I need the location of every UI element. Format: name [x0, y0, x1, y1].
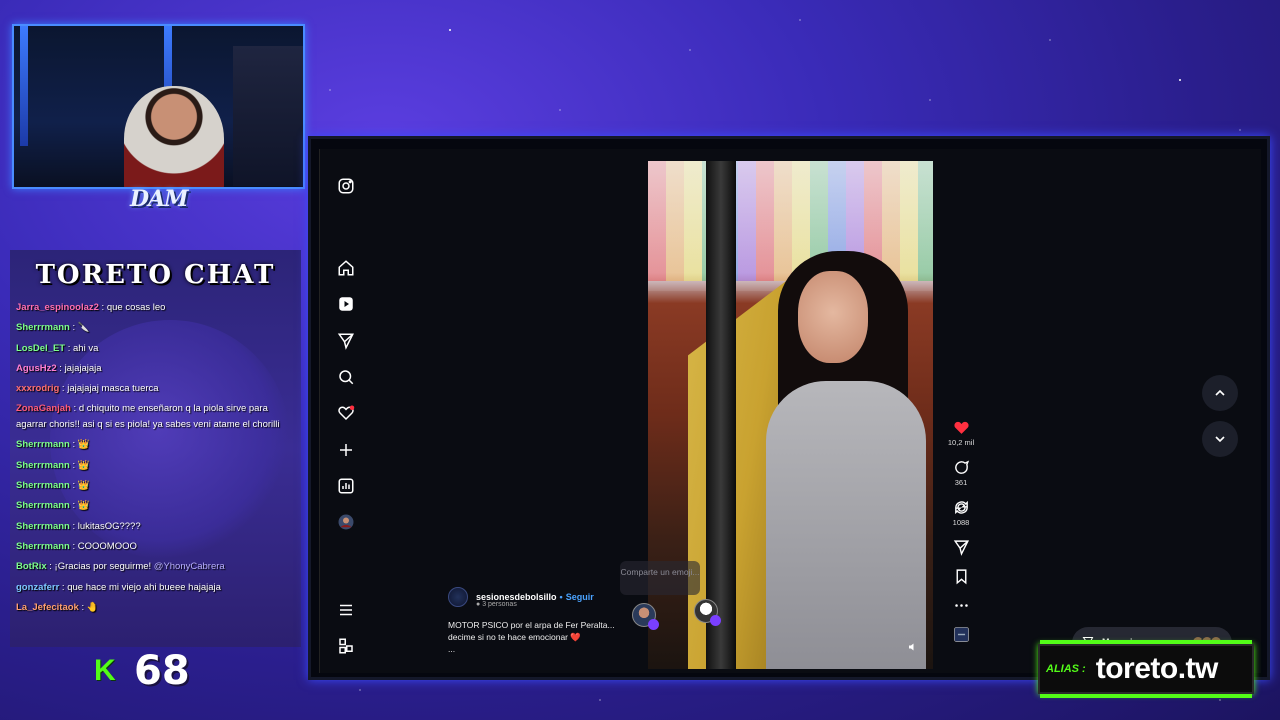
comment-count: 361 [954, 478, 968, 487]
browser-window: sesionesdebolsillo • Seguir ● 3 personas… [308, 136, 1270, 680]
reel-actions: 10,2 mil 361 1088 [946, 419, 976, 655]
like-button[interactable]: 10,2 mil [946, 419, 976, 447]
viewer-count: 68 [134, 648, 190, 694]
chat-message: LosDel_ET : ahi va [16, 339, 296, 359]
chat-text: : que cosas leo [98, 302, 166, 313]
chat-username[interactable]: Sherrrmann [16, 521, 70, 532]
repost-count: 1088 [952, 518, 970, 527]
post-info: sesionesdebolsillo • Seguir ● 3 personas… [448, 587, 638, 655]
profile-icon[interactable] [337, 513, 355, 531]
chat-text: : que hace mi viejo ahi bueee hajajaja [59, 581, 221, 593]
chat-username[interactable]: Sherrrmann [16, 500, 70, 511]
follow-button[interactable]: Seguir [566, 592, 594, 602]
chat-username[interactable]: ZonaGanjah [16, 403, 71, 414]
chat-message: AgusHz2 : jajajajaja [16, 359, 296, 379]
shared-avatar[interactable] [694, 599, 721, 626]
post-caption[interactable]: MOTOR PSICO por el arpa de Fer Peralta..… [448, 619, 638, 655]
chat-username[interactable]: Sherrrmann [16, 480, 70, 491]
emoji-share-hint[interactable]: Comparte un emoji... [620, 561, 700, 595]
harpist [766, 381, 926, 669]
chat-text: : jajajajaj masca tuerca [59, 383, 159, 395]
more-options-button[interactable] [946, 597, 976, 614]
chat-username[interactable]: Jarra_espinoolaz2 [16, 302, 99, 313]
led-light [20, 26, 28, 146]
alias-banner: ALIAS : toreto.tw [1038, 640, 1254, 698]
viewer-counter: K 68 [94, 648, 190, 694]
chat-username[interactable]: La_Jefecitaok [16, 602, 79, 613]
streamer [124, 86, 224, 187]
chat-text: : lukitasOG???? [69, 520, 141, 532]
instagram-page: sesionesdebolsillo • Seguir ● 3 personas… [319, 149, 1261, 673]
chat-mention[interactable]: @YhonyCabrera [154, 561, 225, 572]
chat-username[interactable]: Sherrrmann [16, 439, 70, 450]
chat-text: : 🤚 [78, 601, 99, 613]
notifications-icon[interactable] [337, 404, 355, 422]
author-avatar[interactable] [448, 587, 468, 607]
dashboard-icon[interactable] [337, 477, 355, 495]
chat-message: gonzaferr : que hace mi viejo ahi bueee … [16, 578, 296, 598]
audio-thumbnail[interactable] [946, 626, 976, 643]
chat-title: TORETO CHAT [35, 260, 276, 290]
chat-message: Sherrrmann : 👑 [16, 476, 296, 496]
chat-text: : 👑 [69, 439, 90, 451]
chat-message: Sherrrmann : 🔪 [16, 318, 296, 338]
alias-value: toreto.tw [1095, 652, 1219, 685]
share-button[interactable] [946, 539, 976, 556]
next-reel-button[interactable] [1202, 421, 1238, 457]
chat-username[interactable]: Sherrrmann [16, 460, 70, 471]
gaming-chair [233, 46, 303, 186]
chat-message: Sherrrmann : COOOMOOO [16, 537, 296, 557]
chat-text: : 👑 [69, 500, 90, 512]
kick-icon: K [94, 654, 116, 687]
chat-text: : 🔪 [69, 322, 90, 334]
stream-chat-panel: TORETO CHAT Jarra_espinoolaz2 : que cosa… [10, 250, 301, 647]
chat-message: La_Jefecitaok : 🤚 [16, 598, 296, 618]
chat-text: : 👑 [69, 480, 90, 492]
previous-reel-button[interactable] [1202, 375, 1238, 411]
volume-icon[interactable] [907, 641, 923, 657]
create-icon[interactable] [337, 441, 355, 459]
chat-username[interactable]: LosDel_ET [16, 343, 65, 354]
chat-username[interactable]: BotRix [16, 561, 47, 572]
chat-username[interactable]: Sherrrmann [16, 541, 70, 552]
people-icon: ● [476, 601, 481, 608]
chat-message: Jarra_espinoolaz2 : que cosas leo [16, 298, 296, 318]
chat-message: Sherrrmann : 👑 [16, 435, 296, 455]
chat-text: : jajajajaja [56, 362, 102, 374]
streamer-logo: DAM [130, 186, 188, 212]
chat-username[interactable]: gonzaferr [16, 582, 59, 593]
chat-username[interactable]: Sherrrmann [16, 322, 70, 333]
chat-message: ZonaGanjah : d chiquito me enseñaron q l… [16, 399, 296, 435]
separator-dot: • [559, 592, 563, 602]
chat-text: : ahi va [65, 342, 99, 354]
chat-message: Sherrrmann : lukitasOG???? [16, 517, 296, 537]
instagram-sidebar [320, 149, 372, 673]
chat-message: BotRix : ¡Gracias por seguirme! @YhonyCa… [16, 557, 296, 577]
followers-count: ● 3 personas [476, 601, 517, 608]
like-count: 10,2 mil [947, 438, 975, 447]
comment-button[interactable]: 361 [946, 459, 976, 487]
home-icon[interactable] [337, 259, 355, 277]
chat-message-list: Jarra_espinoolaz2 : que cosas leo Sherrrm… [16, 298, 296, 618]
alias-label: ALIAS : [1046, 663, 1086, 675]
chat-text: : ¡Gracias por seguirme! [46, 561, 154, 573]
send-icon[interactable] [337, 332, 355, 350]
search-icon[interactable] [337, 368, 355, 386]
save-button[interactable] [946, 568, 976, 585]
chat-text: : 👑 [69, 459, 90, 471]
chat-username[interactable]: AgusHz2 [16, 363, 57, 374]
repost-button[interactable]: 1088 [946, 499, 976, 527]
harp-pillar [706, 161, 736, 669]
webcam-feed [12, 24, 305, 189]
reels-icon[interactable] [337, 295, 355, 313]
chat-username[interactable]: xxxrodrig [16, 383, 59, 394]
chat-message: xxxrodrig : jajajajaj masca tuerca [16, 379, 296, 399]
menu-icon[interactable] [337, 601, 355, 619]
instagram-icon[interactable] [337, 177, 355, 195]
chat-message: Sherrrmann : 👑 [16, 456, 296, 476]
chat-message: Sherrrmann : 👑 [16, 496, 296, 516]
shared-avatar[interactable] [632, 603, 659, 630]
more-apps-icon[interactable] [337, 637, 355, 655]
chat-text: : COOOMOOO [69, 540, 137, 552]
